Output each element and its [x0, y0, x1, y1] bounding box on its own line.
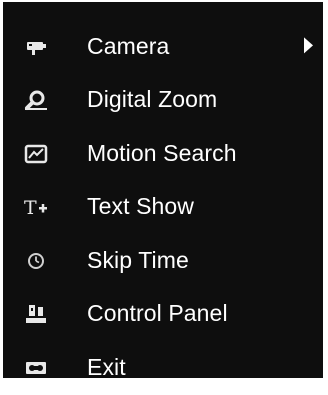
context-menu: Camera Digital Zoom Motion Search T Text…	[3, 2, 323, 380]
control-panel-icon	[23, 303, 49, 325]
text-show-icon: T	[23, 196, 49, 218]
menu-item-label: Camera	[87, 32, 170, 59]
menu-item-label: Text Show	[87, 193, 195, 220]
menu-item-skip-time[interactable]: Skip Time	[3, 234, 323, 288]
menu-item-label: Exit	[87, 353, 126, 380]
magnifier-icon	[23, 89, 49, 111]
menu-item-label: Digital Zoom	[87, 86, 218, 113]
camera-icon	[23, 36, 49, 58]
clock-icon	[23, 250, 49, 272]
menu-item-digital-zoom[interactable]: Digital Zoom	[3, 74, 323, 128]
menu-item-exit[interactable]: Exit	[3, 341, 323, 395]
motion-search-icon	[23, 143, 49, 165]
menu-item-label: Motion Search	[87, 139, 237, 166]
menu-item-motion-search[interactable]: Motion Search	[3, 127, 323, 181]
menu-item-camera[interactable]: Camera	[3, 20, 323, 74]
menu-item-text-show[interactable]: T Text Show	[3, 181, 323, 235]
exit-icon	[23, 357, 49, 379]
submenu-arrow-icon	[304, 37, 313, 54]
menu-item-label: Skip Time	[87, 246, 189, 273]
svg-text:T: T	[24, 197, 37, 218]
menu-item-label: Control Panel	[87, 300, 228, 327]
menu-item-control-panel[interactable]: Control Panel	[3, 288, 323, 342]
